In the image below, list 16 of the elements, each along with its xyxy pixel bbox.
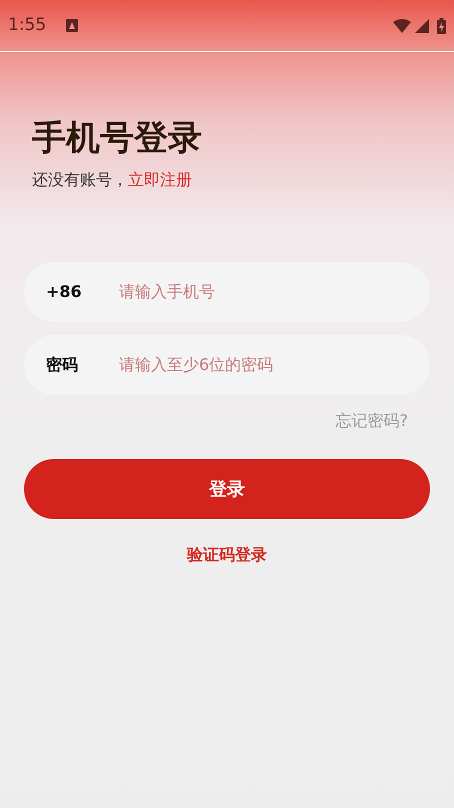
field-label: +86 (46, 281, 83, 303)
input-field[interactable]: 请输入至少6位的密码 (119, 353, 408, 377)
status-time: 1:55 (8, 14, 46, 37)
register-link[interactable]: 立即注册 (128, 170, 192, 189)
input-field[interactable]: 请输入手机号 (119, 280, 408, 304)
sms-login-link[interactable]: 验证码登录 (187, 543, 267, 567)
field-label: 密码 (46, 354, 79, 376)
notification-icon (66, 19, 78, 32)
battery-icon (437, 18, 446, 34)
page-title: 手机号登录 (32, 117, 203, 160)
login-button[interactable]: 登录 (24, 459, 430, 519)
wifi-icon (393, 18, 411, 32)
text-field[interactable]: +86 请输入手机号 (24, 262, 430, 322)
signal-icon (415, 18, 429, 32)
subtitle: 还没有账号， (32, 170, 128, 189)
text-field[interactable]: 密码 请输入至少6位的密码 (24, 335, 430, 395)
